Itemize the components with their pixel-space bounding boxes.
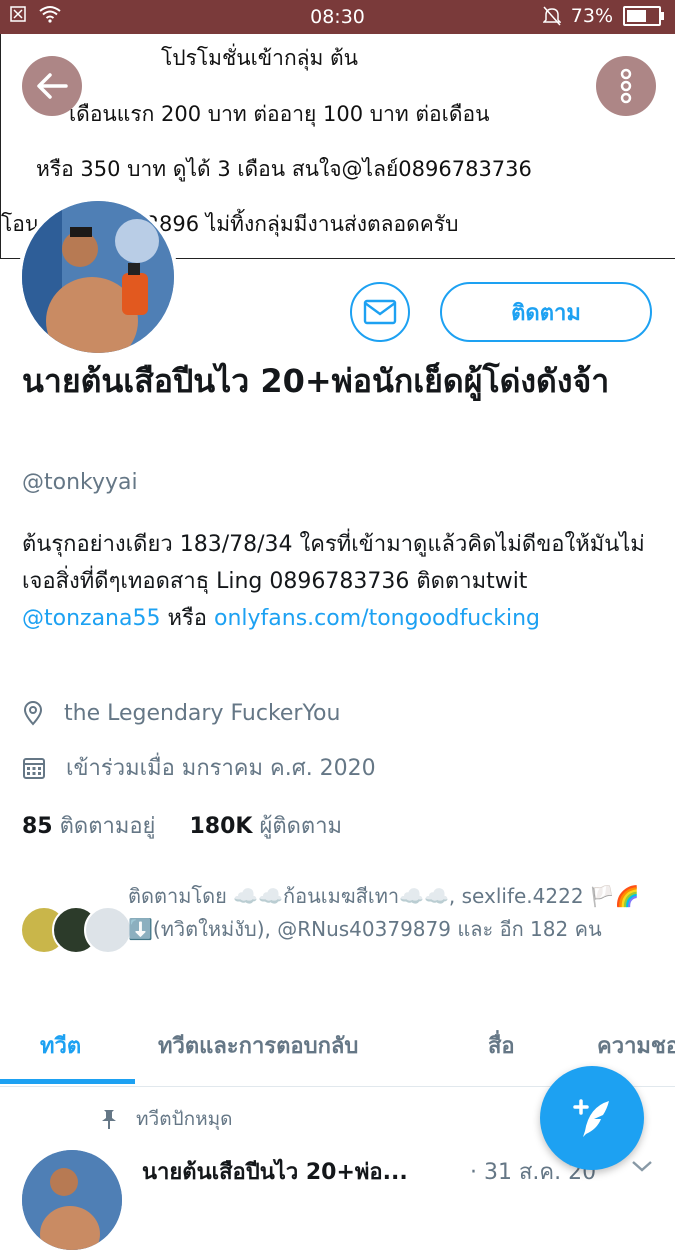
location-text: the Legendary FuckerYou [64,700,341,726]
status-right-icons: 73% [542,5,664,27]
back-button[interactable] [22,56,82,116]
banner-line-3: หรือ 350 บาท ดูได้ 3 เดือน สนใจ@ไลย์0896… [36,157,532,181]
profile-avatar[interactable] [18,197,178,357]
avatar-photo [22,201,174,353]
following-count-link[interactable]: 85 ติดตามอยู่ [22,808,155,843]
profile-bio: ต้นรุกอย่างเดียว 183/78/34 ใครที่เข้ามาด… [22,526,662,637]
location-pin-icon [23,701,43,726]
profile-handle: @tonkyyai [22,470,138,495]
profile-name: นายต้นเสือปีนไว 20+พ่อนักเย็ดผู้โด่งดังจ… [22,362,610,400]
following-label: ติดตามอยู่ [59,814,156,839]
followers-count-link[interactable]: 180K ผู้ติดตาม [189,808,342,843]
status-bar: 08:30 73% [0,0,675,34]
calendar-icon [23,757,45,779]
profile-joined: เข้าร่วมเมื่อ มกราคม ค.ศ. 2020 [22,750,376,785]
pinned-text: ทวีตปักหมุด [136,1108,233,1130]
arrow-left-icon [37,73,68,99]
compose-feather-icon [573,1099,609,1137]
followed-by-text: ติดตามโดย ☁️☁️ก้อนเมฆสีเทา☁️☁️, sexlife.… [128,884,640,941]
tab-media[interactable]: สื่อ [488,1028,515,1063]
pinned-label: ทวีตปักหมุด [100,1104,232,1134]
tweet-author-name[interactable]: นายต้นเสือปีนไว 20+พ่อ... [142,1154,408,1189]
follower-avatar [84,906,132,954]
tab-tweets[interactable]: ทวีต [40,1028,81,1063]
bio-text: ต้นรุกอย่างเดียว 183/78/34 ใครที่เข้ามาด… [22,532,645,594]
follow-button[interactable]: ติดตาม [440,282,652,342]
following-count: 85 [22,814,53,839]
followed-by[interactable]: ติดตามโดย ☁️☁️ก้อนเมฆสีเทา☁️☁️, sexlife.… [18,880,668,980]
more-options-button[interactable] [596,56,656,116]
joined-text: เข้าร่วมเมื่อ มกราคม ค.ศ. 2020 [66,756,376,781]
bio-mention-link[interactable]: @tonzana55 [22,606,160,631]
message-button[interactable] [350,282,410,342]
battery-icon [623,6,664,26]
pin-icon [102,1110,116,1129]
followers-label: ผู้ติดตาม [259,814,343,839]
compose-tweet-button[interactable] [540,1066,644,1170]
more-vertical-icon [620,68,632,104]
battery-percent: 73% [570,5,613,27]
banner-line-1: โปรโมชั่นเข้ากลุ่ม ต้น [161,46,359,70]
chevron-down-icon[interactable] [630,1158,654,1174]
bell-muted-icon [542,6,561,26]
bio-website-link[interactable]: onlyfans.com/tongoodfucking [214,606,540,631]
tweet-avatar-photo [22,1150,122,1250]
tweet-avatar[interactable] [22,1150,122,1250]
tab-tweets-replies[interactable]: ทวีตและการตอบกลับ [158,1028,358,1063]
bio-text-2: หรือ [160,606,215,631]
follow-counts: 85 ติดตามอยู่ 180K ผู้ติดตาม [22,808,342,843]
active-tab-indicator [0,1079,135,1084]
banner-line-2: เดือนแรก 200 บาท ต่ออายุ 100 บาท ต่อเดือ… [69,102,490,126]
mail-icon [363,299,397,325]
profile-location: the Legendary FuckerYou [22,700,340,726]
tab-likes[interactable]: ความชอบ [597,1028,675,1063]
followers-count: 180K [189,814,253,839]
